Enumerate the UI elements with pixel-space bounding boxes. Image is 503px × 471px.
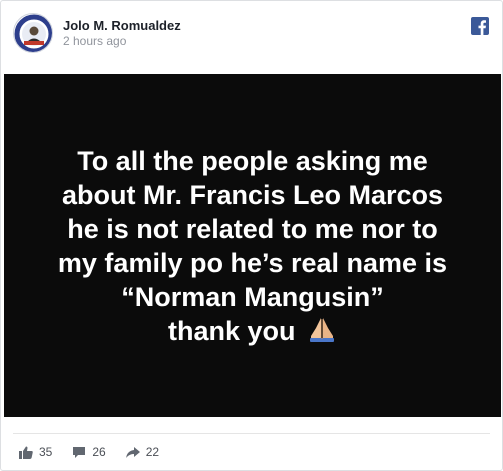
comment-count[interactable]: 26 — [72, 445, 106, 459]
image-text-last-line: thank you — [13, 314, 493, 348]
author-name[interactable]: Jolo M. Romualdez — [63, 18, 181, 34]
image-text-line: my family po he’s real name is — [57, 247, 448, 278]
engagement-stats: 35 26 22 — [19, 445, 179, 459]
post-header: Jolo M. Romualdez 2 hours ago — [13, 11, 181, 55]
post-image[interactable]: To all the people asking me about Mr. Fr… — [4, 74, 501, 417]
image-text-line: thank you — [167, 315, 296, 346]
comment-count-value: 26 — [92, 445, 106, 459]
like-count-value: 35 — [39, 445, 53, 459]
share-arrow-icon — [125, 446, 140, 458]
image-text-line: To all the people asking me — [77, 145, 428, 176]
embedded-post-card: Jolo M. Romualdez 2 hours ago To all the… — [0, 0, 503, 471]
comment-icon — [73, 446, 86, 458]
like-count[interactable]: 35 — [19, 445, 52, 459]
post-image-text: To all the people asking me about Mr. Fr… — [13, 144, 493, 348]
facebook-icon[interactable] — [471, 17, 489, 35]
avatar-seal-icon — [14, 14, 52, 52]
author-info: Jolo M. Romualdez 2 hours ago — [63, 18, 181, 49]
thumbs-up-icon — [19, 446, 33, 459]
author-avatar[interactable] — [13, 13, 53, 53]
post-timestamp[interactable]: 2 hours ago — [63, 34, 181, 49]
image-text-line: about Mr. Francis Leo Marcos — [61, 179, 444, 210]
folded-hands-icon — [310, 317, 335, 342]
image-text-line: he is not related to me nor to — [67, 213, 438, 244]
footer-divider — [13, 433, 490, 434]
image-text-line: “Norman Mangusin” — [121, 281, 384, 312]
share-count[interactable]: 22 — [125, 445, 160, 459]
share-count-value: 22 — [145, 445, 160, 459]
